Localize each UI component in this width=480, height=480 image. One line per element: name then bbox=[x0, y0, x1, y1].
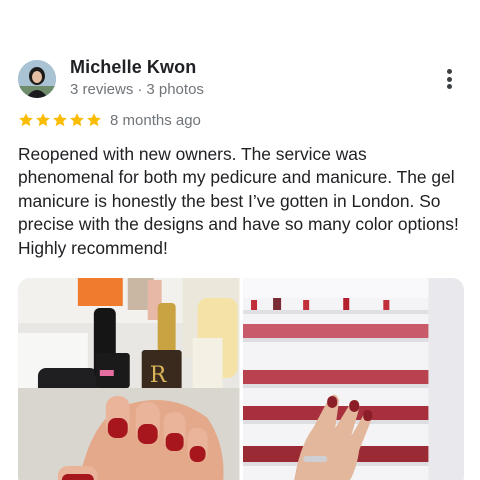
more-vertical-icon-dot bbox=[446, 76, 452, 82]
reviews-count: 3 reviews bbox=[70, 81, 134, 98]
more-vertical-icon-dot bbox=[446, 84, 452, 89]
meta-separator: · bbox=[137, 81, 143, 98]
more-options-button[interactable] bbox=[437, 66, 461, 92]
photos-count: 3 photos bbox=[146, 81, 204, 98]
review-card: Michelle Kwon 3 reviews · 3 photos 8 month… bbox=[0, 0, 480, 480]
star-icon bbox=[70, 113, 84, 127]
star-icon bbox=[87, 113, 101, 127]
star-icon bbox=[36, 113, 50, 127]
avatar[interactable] bbox=[18, 60, 56, 98]
star-icon bbox=[53, 113, 67, 127]
review-text: Reopened with new owners. The service wa… bbox=[18, 144, 459, 258]
manicure-photo-image: R bbox=[18, 278, 240, 480]
star-rating bbox=[18, 112, 102, 128]
author-name[interactable]: Michelle Kwon bbox=[70, 57, 196, 78]
author-meta: 3 reviews · 3 photos bbox=[70, 81, 204, 98]
star-icon bbox=[19, 113, 33, 127]
polish-wall-photo-image bbox=[242, 278, 464, 480]
review-time: 8 months ago bbox=[110, 111, 201, 129]
nail-photo-polish-wall[interactable] bbox=[242, 278, 464, 480]
rating-row: 8 months ago bbox=[18, 110, 201, 130]
review-photos: R bbox=[18, 278, 464, 480]
more-vertical-icon bbox=[446, 69, 452, 74]
nail-photo-manicure[interactable]: R bbox=[18, 278, 240, 480]
svg-text:R: R bbox=[150, 363, 168, 388]
